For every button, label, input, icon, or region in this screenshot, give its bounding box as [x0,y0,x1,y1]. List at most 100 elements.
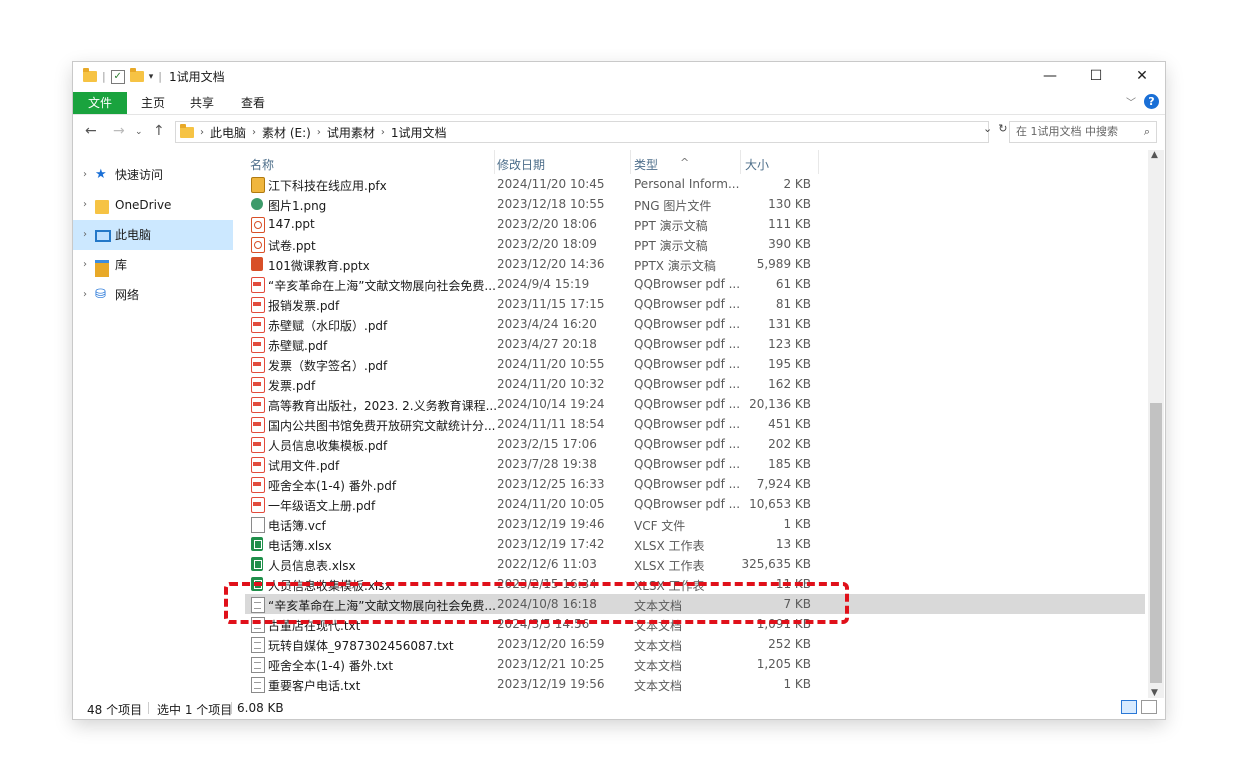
properties-icon[interactable]: ✓ [110,69,125,84]
column-header-name[interactable]: 名称 [250,156,274,173]
file-type: 文本文档 [634,659,683,673]
up-arrow-icon[interactable]: ↑ [153,123,165,139]
tab-file[interactable]: 文件 [73,92,127,114]
file-date: 2023/4/24 16:20 [497,317,597,331]
xlsx-file-icon [251,557,263,571]
file-row[interactable]: 重要客户电话.txt 2023/12/19 19:56 文本文档 1 KB [245,674,1145,694]
expand-chevron-icon[interactable]: › [83,280,87,310]
maximize-button[interactable]: ☐ [1073,62,1119,90]
file-size: 195 KB [768,357,811,371]
new-folder-icon[interactable] [129,68,144,82]
minimize-button[interactable]: — [1027,62,1073,90]
close-button[interactable]: ✕ [1119,62,1165,90]
expand-ribbon-icon[interactable]: ﹀ [1126,94,1136,109]
recent-locations-icon[interactable]: ⌄ [135,127,143,137]
sidebar-item-quick-access[interactable]: › ★ 快速访问 [73,160,233,190]
tab-home[interactable]: 主页 [141,93,165,113]
file-row[interactable]: 发票.pdf 2024/11/20 10:32 QQBrowser pdf ... 1… [245,374,1145,394]
file-row[interactable]: 发票（数字签名）.pdf 2024/11/20 10:55 QQBrowser pd… [245,354,1145,374]
file-row[interactable]: “辛亥革命在上海”文献文物展向社会免费... 2024/10/8 16:18 文本文… [245,594,1145,614]
file-row[interactable]: 一年级语文上册.pdf 2024/11/20 10:05 QQBrowser pdf… [245,494,1145,514]
breadcrumb-current-folder[interactable]: 1试用文档 [391,124,447,141]
search-input[interactable]: 在 1试用文档 中搜索 ⌕ [1009,121,1157,143]
file-row[interactable]: 赤壁赋（水印版）.pdf 2023/4/24 16:20 QQBrowser pdf… [245,314,1145,334]
file-size: 1,091 KB [756,617,811,631]
breadcrumb-materials[interactable]: 试用素材 [327,124,375,141]
breadcrumb-this-pc[interactable]: 此电脑 [210,124,246,141]
column-header-size[interactable]: 大小 [745,156,769,173]
pdf-file-icon [251,457,265,473]
scroll-up-icon[interactable]: ▲ [1151,150,1158,160]
expand-chevron-icon[interactable]: › [83,250,87,280]
details-view-icon[interactable] [1121,700,1137,714]
file-type: QQBrowser pdf ... [634,297,741,311]
file-row[interactable]: 哑舍全本(1-4) 番外.pdf 2023/12/25 16:33 QQBrowse… [245,474,1145,494]
expand-chevron-icon[interactable]: › [83,190,87,220]
sort-ascending-icon: ^ [680,156,690,169]
file-name: “辛亥革命在上海”文献文物展向社会免费... [268,599,496,613]
large-icons-view-icon[interactable] [1141,700,1157,714]
sidebar-item-network[interactable]: › ⛁ 网络 [73,280,233,310]
file-date: 2023/12/25 16:33 [497,477,605,491]
file-row[interactable]: 江下科技在线应用.pfx 2024/11/20 10:45 Personal Inf… [245,174,1145,194]
file-row[interactable]: 人员信息收集模板.xlsx 2023/2/15 16:34 XLSX 工作表 11 K… [245,574,1145,594]
breadcrumb-drive[interactable]: 素材 (E:) [262,124,311,141]
file-row[interactable]: 试用文件.pdf 2023/7/28 19:38 QQBrowser pdf ...… [245,454,1145,474]
file-name: 国内公共图书馆免费开放研究文献统计分... [268,419,496,433]
file-type: QQBrowser pdf ... [634,317,741,331]
txt-file-icon [251,597,265,613]
file-row[interactable]: 人员信息收集模板.pdf 2023/2/15 17:06 QQBrowser pdf… [245,434,1145,454]
txt-file-icon [251,677,265,693]
file-row[interactable]: 国内公共图书馆免费开放研究文献统计分... 2024/11/11 18:54 QQB… [245,414,1145,434]
forward-arrow-icon[interactable]: → [113,123,125,139]
file-row[interactable]: 古董店在现代.txt 2024/3/5 14:56 文本文档 1,091 KB [245,614,1145,634]
sidebar-item-this-pc[interactable]: › 此电脑 [73,220,233,250]
expand-chevron-icon[interactable]: › [83,220,87,250]
tab-view[interactable]: 查看 [241,93,265,113]
file-date: 2024/10/8 16:18 [497,597,597,611]
file-size: 390 KB [768,237,811,251]
file-name: 电话簿.vcf [268,519,326,533]
file-row[interactable]: 电话簿.xlsx 2023/12/19 17:42 XLSX 工作表 13 KB [245,534,1145,554]
file-date: 2023/11/15 17:15 [497,297,605,311]
file-row[interactable]: 电话簿.vcf 2023/12/19 19:46 VCF 文件 1 KB [245,514,1145,534]
refresh-icon[interactable]: ↻ [998,122,1007,135]
file-name: 101微课教育.pptx [268,259,370,273]
txt-file-icon [251,617,265,633]
file-row[interactable]: 赤壁赋.pdf 2023/4/27 20:18 QQBrowser pdf ... 1… [245,334,1145,354]
file-type: 文本文档 [634,679,683,693]
tab-share[interactable]: 共享 [190,93,214,113]
address-dropdown-icon[interactable]: ⌄ [983,122,992,135]
scrollbar-thumb[interactable] [1150,403,1162,683]
file-type: 文本文档 [634,599,683,613]
sidebar-item-libraries[interactable]: › 库 [73,250,233,280]
address-bar[interactable]: › 此电脑 › 素材 (E:) › 试用素材 › 1试用文档 [175,121,989,143]
file-row[interactable]: “辛亥革命在上海”文献文物展向社会免费... 2024/9/4 15:19 QQBr… [245,274,1145,294]
file-row[interactable]: 101微课教育.pptx 2023/12/20 14:36 PPTX 演示文稿 5,9… [245,254,1145,274]
file-row[interactable]: 玩转自媒体_9787302456087.txt 2023/12/20 16:59 文… [245,634,1145,654]
customize-toolbar-icon[interactable]: ▾ [149,72,154,82]
file-row[interactable]: 147.ppt 2023/2/20 18:06 PPT 演示文稿 111 KB [245,214,1145,234]
file-type: QQBrowser pdf ... [634,437,741,451]
folder-icon [95,200,109,214]
file-row[interactable]: 报销发票.pdf 2023/11/15 17:15 QQBrowser pdf ..… [245,294,1145,314]
column-header-date[interactable]: 修改日期 [497,156,545,173]
file-row[interactable]: 哑舍全本(1-4) 番外.txt 2023/12/21 10:25 文本文档 1,20… [245,654,1145,674]
vertical-scrollbar[interactable]: ▲ ▼ [1148,150,1164,698]
file-size: 111 KB [768,217,811,231]
file-type: QQBrowser pdf ... [634,357,741,371]
expand-chevron-icon[interactable]: › [83,160,87,190]
file-row[interactable]: 人员信息表.xlsx 2022/12/6 11:03 XLSX 工作表 325,635… [245,554,1145,574]
file-row[interactable]: 图片1.png 2023/12/18 10:55 PNG 图片文件 130 KB [245,194,1145,214]
help-icon[interactable]: ? [1144,94,1159,109]
file-row[interactable]: 试卷.ppt 2023/2/20 18:09 PPT 演示文稿 390 KB [245,234,1145,254]
sidebar-item-onedrive[interactable]: › OneDrive [73,190,233,220]
file-type: 文本文档 [634,639,683,653]
file-size: 1 KB [783,517,811,531]
column-header-type[interactable]: 类型 [634,156,658,173]
search-icon[interactable]: ⌕ [1144,122,1150,142]
back-arrow-icon[interactable]: ← [85,123,97,139]
pdf-file-icon [251,497,265,513]
file-row[interactable]: 高等教育出版社，2023. 2.义务教育课程... 2024/10/14 19:2… [245,394,1145,414]
file-name: 古董店在现代.txt [268,619,361,633]
